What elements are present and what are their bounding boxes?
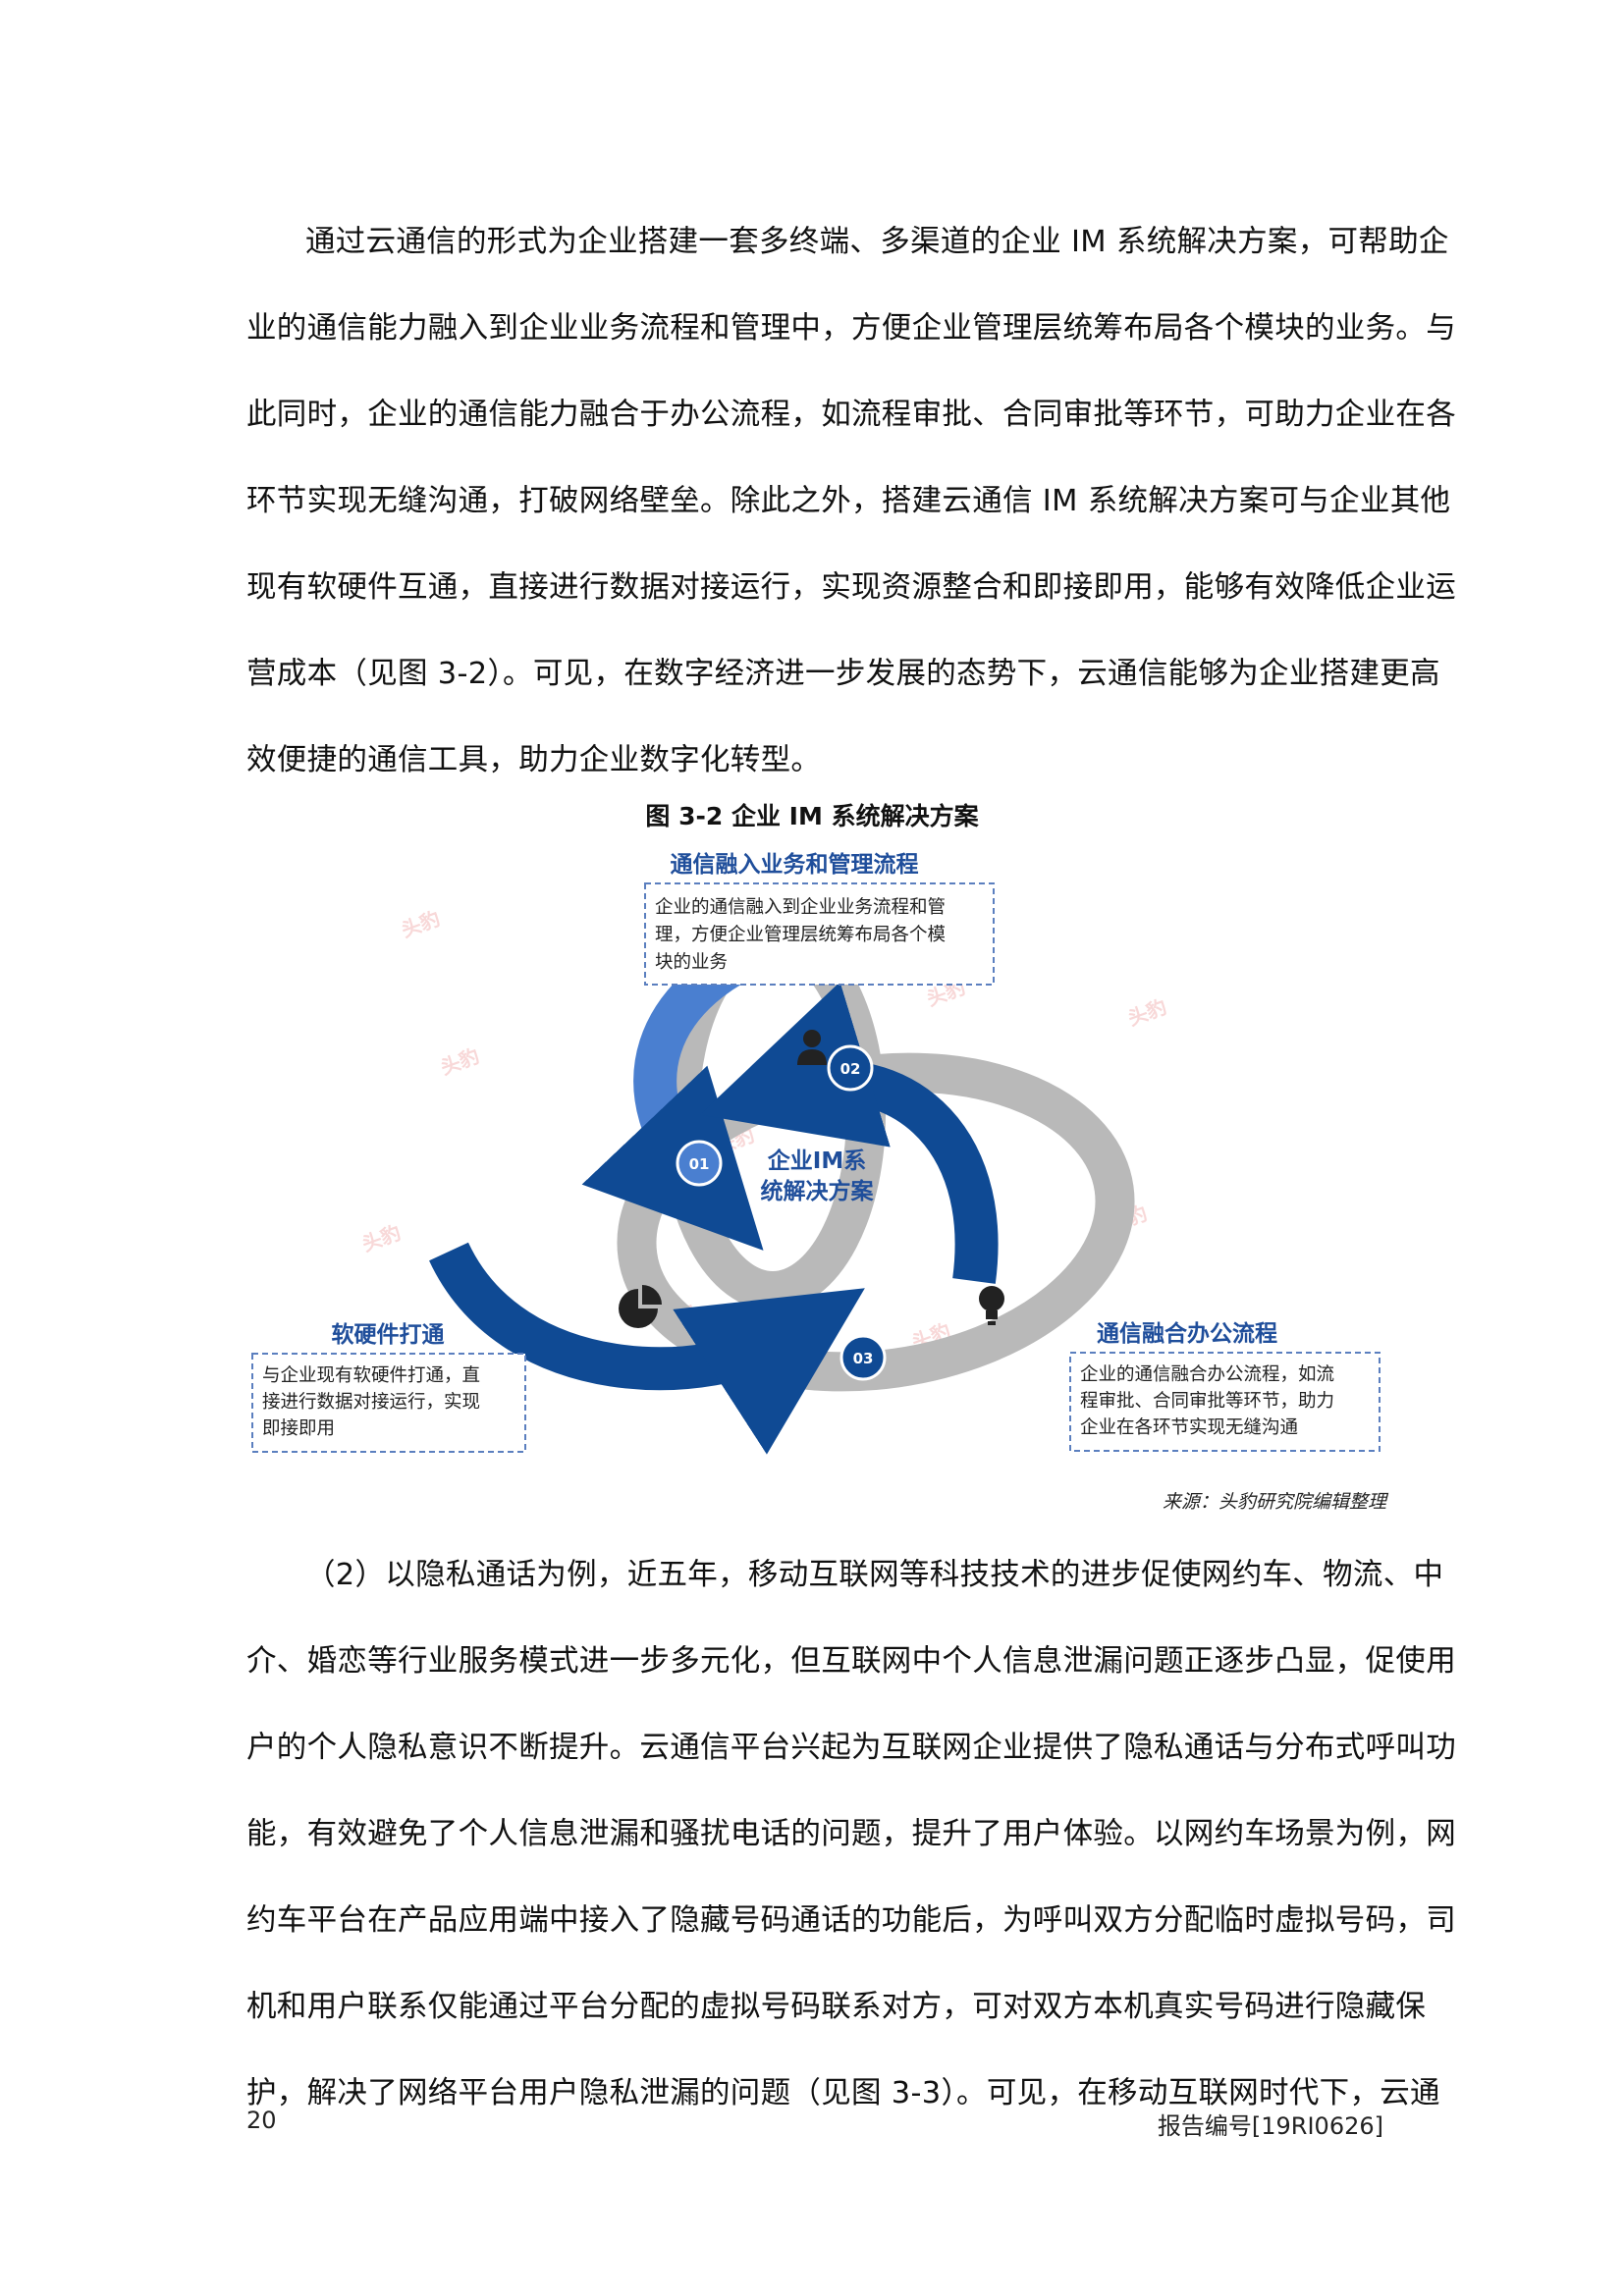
left-box-text: 即接即用 bbox=[262, 1418, 335, 1439]
svg-text:03: 03 bbox=[853, 1350, 874, 1367]
svg-text:01: 01 bbox=[689, 1155, 710, 1173]
center-label-line2: 统解决方案 bbox=[761, 1178, 875, 1204]
top-box-text: 理，方便企业管理层统筹布局各个模 bbox=[655, 925, 946, 945]
figure-source: 来源：头豹研究院编辑整理 bbox=[1162, 1491, 1386, 1513]
figure-caption: 图 3-2 企业 IM 系统解决方案 bbox=[645, 802, 979, 830]
text-line: （2）以隐私通话为例，近五年，移动互联网等科技技术的进步促使网约车、物流、中 bbox=[305, 1558, 1444, 1592]
left-box-title: 软硬件打通 bbox=[332, 1321, 445, 1348]
right-box-text: 企业的通信融合办公流程，如流 bbox=[1080, 1364, 1334, 1385]
step-02: 02 bbox=[827, 1044, 874, 1092]
step-03: 03 bbox=[839, 1334, 887, 1381]
text-line: 营成本（见图 3-2）。可见，在数字经济进一步发展的态势下，云通信能够为企业搭建… bbox=[246, 657, 1440, 691]
watermark: 头豹 bbox=[1125, 994, 1170, 1030]
left-box-text: 接进行数据对接运行，实现 bbox=[262, 1392, 480, 1413]
text-line: 能，有效避免了个人信息泄漏和骚扰电话的问题，提升了用户体验。以网约车场景为例，网 bbox=[246, 1817, 1456, 1851]
paragraph-privacy-call: （2）以隐私通话为例，近五年，移动互联网等科技技术的进步促使网约车、物流、中 介… bbox=[246, 1532, 1456, 2137]
watermark: 头豹 bbox=[438, 1043, 483, 1079]
text-line: 环节实现无缝沟通，打破网络壁垒。除此之外，搭建云通信 IM 系统解决方案可与企业… bbox=[246, 484, 1451, 518]
page-number: 20 bbox=[246, 2107, 277, 2134]
center-label-line1: 企业IM系 bbox=[767, 1148, 866, 1174]
svg-text:02: 02 bbox=[840, 1060, 861, 1078]
watermark: 头豹 bbox=[399, 906, 444, 941]
im-solution-diagram: 头豹 头豹 头豹 头豹 头豹 头豹 头豹 头豹 头豹 01 02 03 企业IM… bbox=[247, 839, 1384, 1475]
user-icon bbox=[797, 1030, 827, 1065]
report-number: 报告编号[19RI0626] bbox=[1157, 2112, 1383, 2140]
text-line: 约车平台在产品应用端中接入了隐藏号码通话的功能后，为呼叫双方分配临时虚拟号码，司 bbox=[246, 1903, 1456, 1938]
text-line: 效便捷的通信工具，助力企业数字化转型。 bbox=[246, 743, 822, 777]
right-box-text: 企业在各环节实现无缝沟通 bbox=[1080, 1417, 1298, 1438]
left-box-text: 与企业现有软硬件打通，直 bbox=[262, 1365, 480, 1386]
text-line: 业的通信能力融入到企业业务流程和管理中，方便企业管理层统筹布局各个模块的业务。与 bbox=[246, 311, 1456, 346]
text-line: 此同时，企业的通信能力融合于办公流程，如流程审批、合同审批等环节，可助力企业在各 bbox=[246, 398, 1456, 432]
step-01: 01 bbox=[676, 1140, 723, 1187]
paragraph-intro: 通过云通信的形式为企业搭建一套多终端、多渠道的企业 IM 系统解决方案，可帮助企… bbox=[246, 199, 1456, 804]
top-box-title: 通信融入业务和管理流程 bbox=[671, 851, 919, 878]
right-box-title: 通信融合办公流程 bbox=[1097, 1320, 1277, 1347]
text-line: 通过云通信的形式为企业搭建一套多终端、多渠道的企业 IM 系统解决方案，可帮助企 bbox=[305, 225, 1449, 259]
text-line: 现有软硬件互通，直接进行数据对接运行，实现资源整合和即接即用，能够有效降低企业运 bbox=[246, 570, 1456, 605]
text-line: 介、婚恋等行业服务模式进一步多元化，但互联网中个人信息泄漏问题正逐步凸显，促使用 bbox=[246, 1644, 1456, 1679]
top-box-text: 企业的通信融入到企业业务流程和管 bbox=[655, 897, 946, 918]
top-box-text: 块的业务 bbox=[655, 952, 728, 973]
watermark: 头豹 bbox=[359, 1220, 405, 1255]
text-line: 机和用户联系仅能通过平台分配的虚拟号码联系对方，可对双方本机真实号码进行隐藏保 bbox=[246, 1990, 1427, 2024]
right-box-text: 程审批、合同审批等环节，助力 bbox=[1080, 1391, 1334, 1412]
text-line: 户的个人隐私意识不断提升。云通信平台兴起为互联网企业提供了隐私通话与分布式呼叫功 bbox=[246, 1731, 1456, 1765]
